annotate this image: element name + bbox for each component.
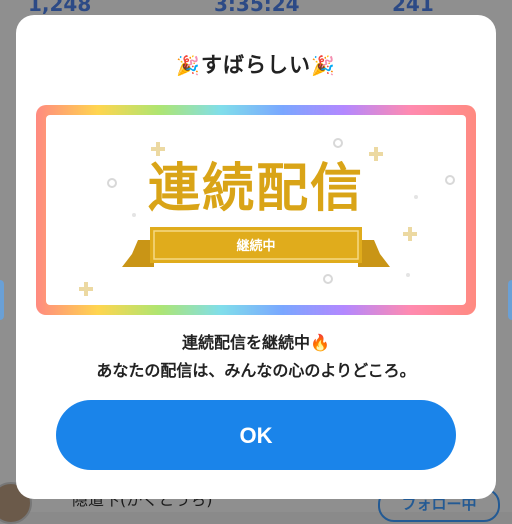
- streak-banner-inner: 連続配信 継続中: [46, 115, 466, 305]
- dialog-message: 連続配信を継続中🔥 あなたの配信は、みんなの心のよりどころ。: [16, 329, 496, 385]
- streak-banner: 連続配信 継続中: [36, 105, 476, 315]
- message-line-2: あなたの配信は、みんなの心のよりどころ。: [96, 361, 416, 380]
- dialog-title: 🎉すばらしい🎉: [16, 49, 496, 79]
- background-stats: 1,248 3:35:24 241: [0, 0, 512, 16]
- streak-dialog: 🎉すばらしい🎉 連続配信 継続中 連続配信を継続中🔥 あなたの配信は、みんなの心…: [16, 15, 496, 499]
- background-stat-2: 3:35:24: [214, 0, 300, 16]
- banner-heading: 連続配信: [147, 159, 364, 219]
- dialog-title-text: すばらしい: [201, 53, 311, 77]
- party-popper-icon: 🎉: [311, 55, 336, 77]
- background-side-marker: [508, 280, 512, 320]
- ok-button[interactable]: OK: [56, 400, 456, 470]
- background-side-marker: [0, 280, 4, 320]
- party-popper-icon: 🎉: [176, 55, 201, 77]
- ribbon-label: 継続中: [236, 239, 276, 254]
- message-line-1: 連続配信を継続中: [182, 333, 311, 352]
- fire-icon: 🔥: [310, 333, 330, 352]
- background-stat-3: 241: [392, 0, 434, 16]
- background-stat-1: 1,248: [28, 0, 92, 16]
